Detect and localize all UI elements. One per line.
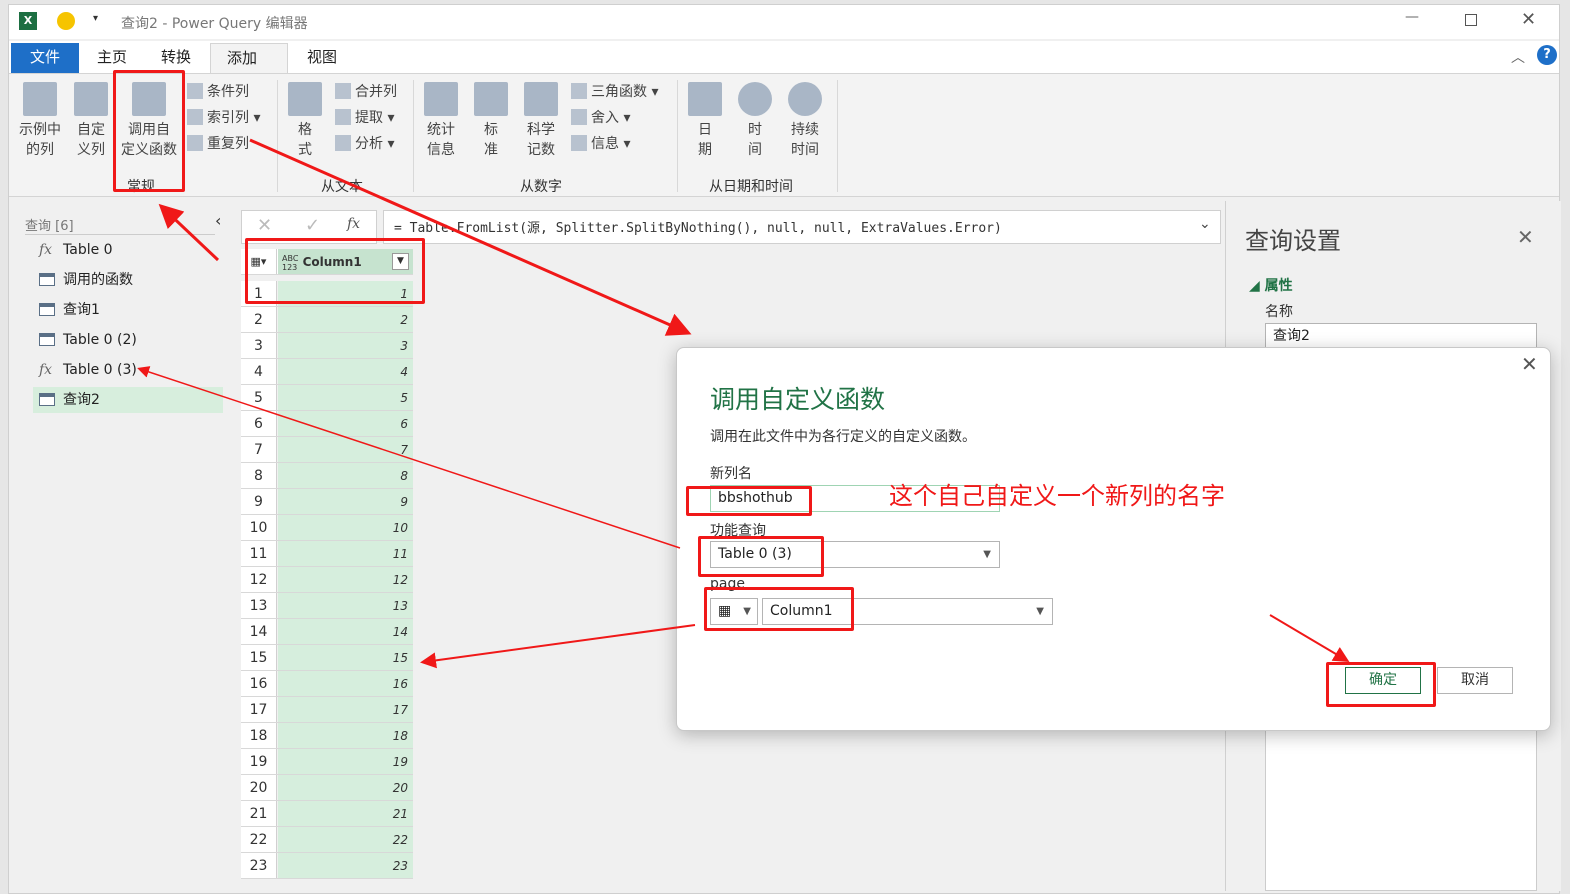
arrow	[249, 138, 692, 336]
arrow	[420, 624, 696, 669]
arrow	[137, 366, 681, 549]
arrow	[1269, 614, 1350, 663]
arrow	[158, 203, 220, 262]
annotation-arrows	[137, 138, 1350, 669]
